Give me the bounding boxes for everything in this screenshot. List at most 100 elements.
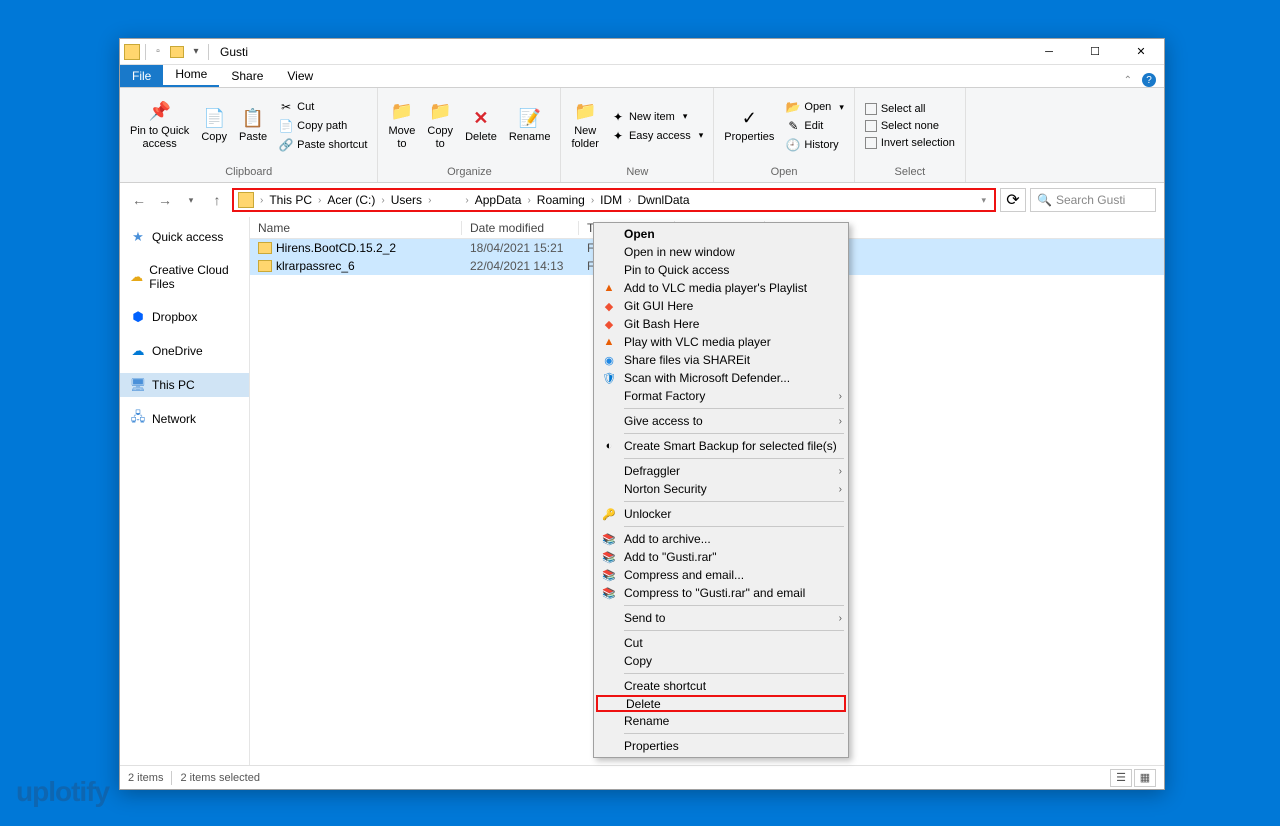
paste-icon: 📋: [242, 107, 264, 129]
ctx-create-shortcut[interactable]: Create shortcut: [596, 677, 846, 695]
paste-button[interactable]: 📋 Paste: [233, 105, 273, 146]
ctx-give-access[interactable]: Give access to›: [596, 412, 846, 430]
ctx-compress-email[interactable]: 📚Compress and email...: [596, 566, 846, 584]
ctx-add-gusti-rar[interactable]: 📚Add to "Gusti.rar": [596, 548, 846, 566]
easy-access-icon: ✦: [611, 129, 625, 143]
breadcrumb-item[interactable]: AppData: [471, 193, 526, 207]
search-input[interactable]: 🔍 Search Gusti: [1030, 188, 1156, 212]
ctx-open-new-window[interactable]: Open in new window: [596, 243, 846, 261]
ctx-pin-quick[interactable]: Pin to Quick access: [596, 261, 846, 279]
icons-view-button[interactable]: ▦: [1134, 769, 1156, 787]
cut-button[interactable]: ✂Cut: [273, 98, 373, 116]
refresh-button[interactable]: ⟳: [1000, 188, 1026, 212]
open-folder-icon[interactable]: [170, 46, 184, 58]
ctx-git-bash[interactable]: ◆Git Bash Here: [596, 315, 846, 333]
ctx-git-gui[interactable]: ◆Git GUI Here: [596, 297, 846, 315]
minimize-button[interactable]: ─: [1026, 39, 1072, 65]
sidebar-item-creative-cloud[interactable]: ☁Creative Cloud Files: [120, 259, 249, 295]
ctx-add-archive[interactable]: 📚Add to archive...: [596, 530, 846, 548]
invert-selection-button[interactable]: Invert selection: [859, 135, 961, 151]
ctx-smart-backup[interactable]: ◐Create Smart Backup for selected file(s…: [596, 437, 846, 455]
ctx-defraggler[interactable]: Defraggler›: [596, 462, 846, 480]
onedrive-icon: ☁: [130, 343, 146, 359]
copy-to-button[interactable]: 📁 Copy to: [421, 99, 459, 153]
select-all-button[interactable]: Select all: [859, 101, 961, 117]
breadcrumb-item[interactable]: Users: [387, 193, 426, 207]
ctx-cut[interactable]: Cut: [596, 634, 846, 652]
new-folder-button[interactable]: 📁 New folder: [565, 99, 605, 153]
breadcrumb-item[interactable]: IDM: [596, 193, 626, 207]
dropdown-icon[interactable]: ▾: [189, 45, 203, 59]
select-none-button[interactable]: Select none: [859, 118, 961, 134]
ribbon-group-open: ✓ Properties 📂Open▾ ✎Edit 🕘History Open: [714, 88, 855, 182]
ctx-format-factory[interactable]: Format Factory›: [596, 387, 846, 405]
sidebar-item-onedrive[interactable]: ☁OneDrive: [120, 339, 249, 363]
rename-button[interactable]: 📝 Rename: [503, 105, 557, 146]
column-date[interactable]: Date modified: [462, 221, 579, 235]
sidebar-item-quick-access[interactable]: ★Quick access: [120, 225, 249, 249]
paste-shortcut-button[interactable]: 🔗Paste shortcut: [273, 136, 373, 154]
ctx-properties[interactable]: Properties: [596, 737, 846, 755]
help-icon[interactable]: ?: [1142, 73, 1156, 87]
rename-icon: 📝: [519, 107, 541, 129]
ctx-rename[interactable]: Rename: [596, 712, 846, 730]
copy-button[interactable]: 📄 Copy: [195, 105, 233, 146]
ctx-send-to[interactable]: Send to›: [596, 609, 846, 627]
sidebar-item-this-pc[interactable]: 🖥This PC: [120, 373, 249, 397]
ctx-open[interactable]: Open: [596, 225, 846, 243]
new-item-button[interactable]: ✦New item▾: [605, 108, 709, 126]
details-view-button[interactable]: ☰: [1110, 769, 1132, 787]
ctx-defender[interactable]: 🛡Scan with Microsoft Defender...: [596, 369, 846, 387]
chevron-icon[interactable]: ›: [379, 195, 386, 206]
chevron-icon[interactable]: ›: [463, 195, 470, 206]
ctx-delete[interactable]: Delete: [596, 695, 846, 712]
forward-button[interactable]: →: [154, 189, 176, 211]
ctx-unlocker[interactable]: 🔑Unlocker: [596, 505, 846, 523]
dropdown-icon[interactable]: ▾: [981, 195, 986, 206]
delete-button[interactable]: ✕ Delete: [459, 105, 503, 146]
recent-button[interactable]: ▾: [180, 189, 202, 211]
breadcrumb-item[interactable]: Roaming: [533, 193, 589, 207]
easy-access-button[interactable]: ✦Easy access▾: [605, 127, 709, 145]
pin-quick-access-button[interactable]: 📌 Pin to Quick access: [124, 99, 195, 153]
maximize-button[interactable]: ☐: [1072, 39, 1118, 65]
chevron-icon[interactable]: ›: [589, 195, 596, 206]
up-button[interactable]: ↑: [206, 189, 228, 211]
collapse-ribbon-icon[interactable]: ⌃: [1124, 75, 1132, 86]
breadcrumb-item[interactable]: DwnlData: [634, 193, 694, 207]
chevron-icon[interactable]: ›: [426, 195, 433, 206]
ctx-vlc-playlist[interactable]: ▲Add to VLC media player's Playlist: [596, 279, 846, 297]
tab-file[interactable]: File: [120, 65, 163, 87]
properties-button[interactable]: ✓ Properties: [718, 105, 780, 146]
chevron-icon[interactable]: ›: [258, 195, 265, 206]
edit-button[interactable]: ✎Edit: [780, 117, 849, 135]
address-bar[interactable]: › This PC› Acer (C:)› Users› › AppData› …: [232, 188, 996, 212]
copy-path-button[interactable]: 📄Copy path: [273, 117, 373, 135]
tab-share[interactable]: Share: [219, 65, 275, 87]
address-folder-icon: [238, 192, 254, 208]
sidebar-item-network[interactable]: 🖧Network: [120, 407, 249, 431]
back-button[interactable]: ←: [128, 189, 150, 211]
chevron-icon[interactable]: ›: [525, 195, 532, 206]
ctx-compress-gusti-email[interactable]: 📚Compress to "Gusti.rar" and email: [596, 584, 846, 602]
ctx-vlc-play[interactable]: ▲Play with VLC media player: [596, 333, 846, 351]
properties-icon[interactable]: ▫: [151, 45, 165, 59]
cut-icon: ✂: [279, 100, 293, 114]
ctx-shareit[interactable]: ◉Share files via SHAREit: [596, 351, 846, 369]
chevron-icon[interactable]: ›: [626, 195, 633, 206]
breadcrumb-item[interactable]: Acer (C:): [323, 193, 379, 207]
sidebar-item-dropbox[interactable]: ⬢Dropbox: [120, 305, 249, 329]
ctx-copy[interactable]: Copy: [596, 652, 846, 670]
ctx-norton[interactable]: Norton Security›: [596, 480, 846, 498]
tab-home[interactable]: Home: [163, 63, 219, 87]
open-button[interactable]: 📂Open▾: [780, 98, 849, 116]
chevron-icon[interactable]: ›: [316, 195, 323, 206]
close-button[interactable]: ✕: [1118, 39, 1164, 65]
breadcrumb-item[interactable]: This PC: [265, 193, 316, 207]
column-name[interactable]: Name: [250, 221, 462, 235]
defender-icon: 🛡: [600, 370, 618, 386]
status-items: 2 items: [128, 772, 163, 784]
history-button[interactable]: 🕘History: [780, 136, 849, 154]
move-to-button[interactable]: 📁 Move to: [382, 99, 421, 153]
tab-view[interactable]: View: [275, 65, 325, 87]
